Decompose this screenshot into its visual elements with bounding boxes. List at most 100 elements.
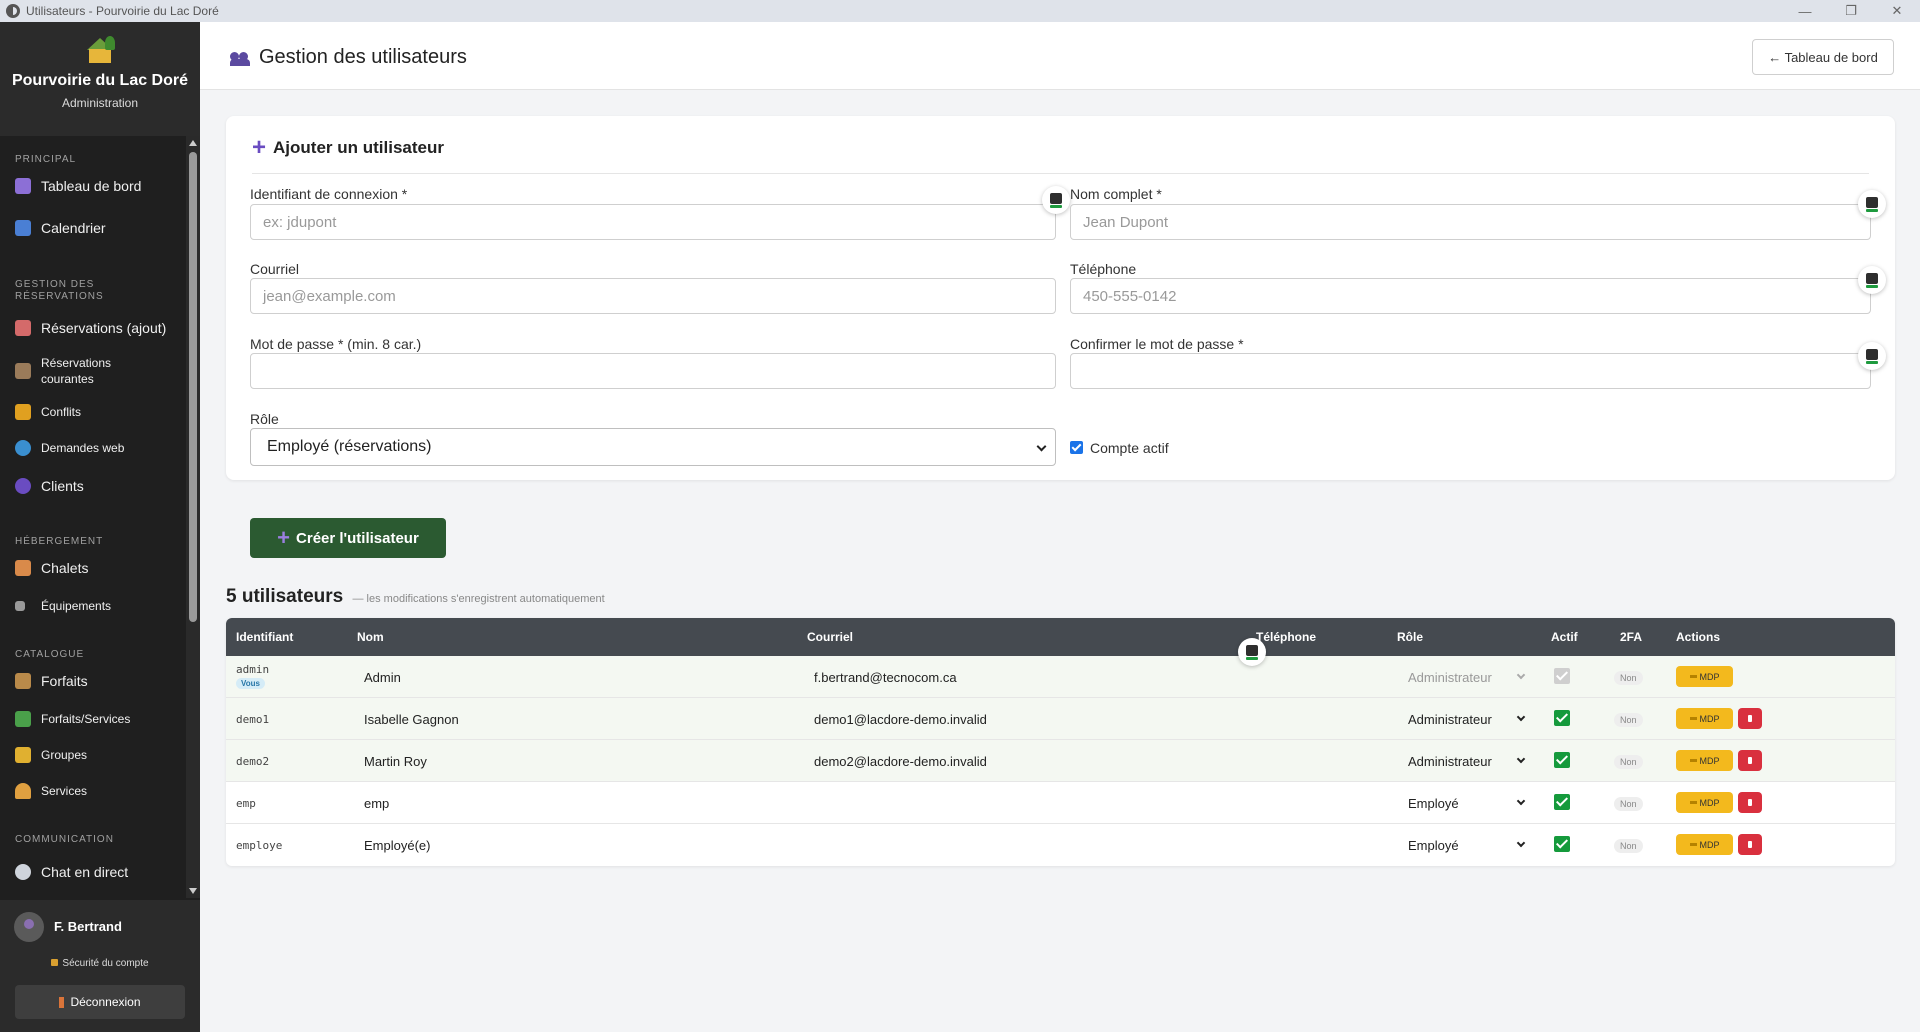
bell-icon — [15, 783, 31, 799]
sidebar-nav: PRINCIPAL Tableau de bord Calendrier GES… — [0, 136, 186, 898]
back-to-dashboard-button[interactable]: ← Tableau de bord — [1752, 39, 1894, 75]
sidebar-item-services[interactable]: Services — [0, 781, 102, 801]
row-login: employe — [236, 839, 283, 852]
sidebar-item-label: Chat en direct — [41, 864, 129, 880]
chevron-down-icon — [1516, 712, 1526, 722]
password-manager-icon[interactable] — [1858, 342, 1886, 370]
brand-subtitle: Administration — [61, 96, 139, 110]
col-actif: Actif — [1551, 630, 1578, 644]
password-manager-icon[interactable] — [1858, 190, 1886, 218]
sidebar-item-conflicts[interactable]: Conflits — [0, 402, 96, 422]
you-badge: Vous — [236, 678, 265, 689]
row-active-checkbox[interactable] — [1554, 752, 1570, 768]
row-role-select[interactable]: Employé — [1408, 796, 1526, 811]
row-role-select[interactable]: Administrateur — [1408, 754, 1526, 769]
row-role-select[interactable]: Administrateur — [1408, 712, 1526, 727]
nav-section-principal: PRINCIPAL — [15, 154, 77, 165]
sidebar-item-forfaits[interactable]: Forfaits — [0, 671, 103, 691]
scroll-down-icon[interactable] — [189, 888, 197, 894]
sidebar-item-equipements[interactable]: Équipements — [0, 596, 126, 616]
row-active-checkbox[interactable] — [1554, 710, 1570, 726]
email-label: Courriel — [250, 261, 300, 277]
row-active-checkbox[interactable] — [1554, 794, 1570, 810]
confirm-password-label: Confirmer le mot de passe * — [1070, 336, 1244, 352]
table-row: employe Employé(e) Employé Non MDP — [226, 824, 1895, 866]
login-input[interactable]: ex: jdupont — [250, 204, 1056, 240]
memo-icon — [15, 320, 31, 336]
sidebar: Pourvoirie du Lac Doré Administration PR… — [0, 22, 200, 1032]
password-manager-icon[interactable] — [1238, 638, 1266, 666]
sidebar-item-clients[interactable]: Clients — [0, 476, 99, 496]
sidebar-item-label: Demandes web — [41, 441, 125, 455]
minimize-button[interactable]: — — [1782, 0, 1828, 22]
login-label: Identifiant de connexion * — [250, 186, 408, 202]
password-input[interactable] — [250, 353, 1056, 389]
row-name-input[interactable]: Admin — [364, 670, 401, 685]
chevron-down-icon — [1516, 754, 1526, 764]
row-active-checkbox[interactable] — [1554, 668, 1570, 684]
reset-password-button[interactable]: MDP — [1676, 792, 1733, 813]
sidebar-item-web-requests[interactable]: Demandes web — [0, 438, 139, 458]
row-email-input[interactable]: demo1@lacdore-demo.invalid — [814, 712, 987, 727]
scrollbar-thumb[interactable] — [189, 152, 197, 622]
col-courriel: Courriel — [807, 630, 854, 644]
reset-password-button[interactable]: MDP — [1676, 750, 1733, 771]
fullname-input[interactable]: Jean Dupont — [1070, 204, 1871, 240]
row-name-input[interactable]: Isabelle Gagnon — [364, 712, 459, 727]
delete-user-button[interactable] — [1738, 708, 1762, 729]
sidebar-item-dashboard[interactable]: Tableau de bord — [0, 176, 156, 196]
nav-section-hebergement: HÉBERGEMENT — [15, 536, 104, 547]
scroll-up-icon[interactable] — [189, 140, 197, 146]
reset-password-button[interactable]: MDP — [1676, 834, 1733, 855]
sidebar-item-groupes[interactable]: Groupes — [0, 745, 102, 765]
row-email-input[interactable]: f.bertrand@tecnocom.ca — [814, 670, 957, 685]
sidebar-item-chalets[interactable]: Chalets — [0, 558, 103, 578]
sidebar-scrollbar[interactable] — [186, 136, 200, 898]
wrench-icon — [15, 601, 25, 611]
logout-button[interactable]: Déconnexion — [15, 985, 185, 1019]
phone-input[interactable]: 450-555-0142 — [1070, 278, 1871, 314]
sidebar-item-reservations-add[interactable]: Réservations (ajout) — [0, 318, 181, 338]
sidebar-item-label: Tableau de bord — [41, 178, 142, 194]
delete-user-button[interactable] — [1738, 792, 1762, 813]
row-name-input[interactable]: emp — [364, 796, 389, 811]
autosave-note: — les modifications s'enregistrent autom… — [352, 593, 605, 605]
main-content: Gestion des utilisateurs ← Tableau de bo… — [200, 22, 1920, 1032]
password-manager-icon[interactable] — [1042, 186, 1070, 214]
row-name-input[interactable]: Employé(e) — [364, 838, 430, 853]
sidebar-item-chat[interactable]: Chat en direct — [0, 862, 143, 882]
chevron-down-icon — [1036, 441, 1047, 452]
role-select[interactable]: Employé (réservations) — [250, 428, 1056, 466]
chart-icon — [15, 178, 31, 194]
brand: Pourvoirie du Lac Doré Administration — [0, 22, 200, 136]
sidebar-item-label: Réservations (ajout) — [41, 320, 167, 336]
reset-password-button[interactable]: MDP — [1676, 666, 1733, 687]
sidebar-item-label: Réservations courantes — [41, 356, 112, 386]
confirm-password-input[interactable] — [1070, 353, 1871, 389]
row-name-input[interactable]: Martin Roy — [364, 754, 427, 769]
active-checkbox[interactable] — [1070, 441, 1083, 454]
table-row: emp emp Employé Non MDP — [226, 782, 1895, 824]
row-email-input[interactable]: demo2@lacdore-demo.invalid — [814, 754, 987, 769]
sidebar-item-reservations-current[interactable]: Réservations courantes — [0, 354, 136, 388]
sidebar-item-forfaits-services[interactable]: Forfaits/Services — [0, 709, 145, 729]
row-login: demo1 — [236, 713, 270, 726]
email-input[interactable]: jean@example.com — [250, 278, 1056, 314]
col-role: Rôle — [1397, 630, 1424, 644]
table-row: demo1 Isabelle Gagnon demo1@lacdore-demo… — [226, 698, 1895, 740]
restore-button[interactable]: ❐ — [1828, 0, 1874, 22]
password-manager-icon[interactable] — [1858, 266, 1886, 294]
create-user-button[interactable]: + Créer l'utilisateur — [250, 518, 446, 558]
calendar-icon — [15, 220, 31, 236]
sidebar-item-calendar[interactable]: Calendrier — [0, 218, 121, 238]
row-role-select[interactable]: Employé — [1408, 838, 1526, 853]
user-panel: F. Bertrand Sécurité du compte Déconnexi… — [0, 900, 200, 1032]
row-role-select[interactable]: Administrateur — [1408, 670, 1526, 685]
account-security-link[interactable]: Sécurité du compte — [0, 958, 200, 969]
delete-user-button[interactable] — [1738, 750, 1762, 771]
delete-user-button[interactable] — [1738, 834, 1762, 855]
row-active-checkbox[interactable] — [1554, 836, 1570, 852]
house-icon — [15, 560, 31, 576]
close-button[interactable]: ✕ — [1874, 0, 1920, 22]
reset-password-button[interactable]: MDP — [1676, 708, 1733, 729]
